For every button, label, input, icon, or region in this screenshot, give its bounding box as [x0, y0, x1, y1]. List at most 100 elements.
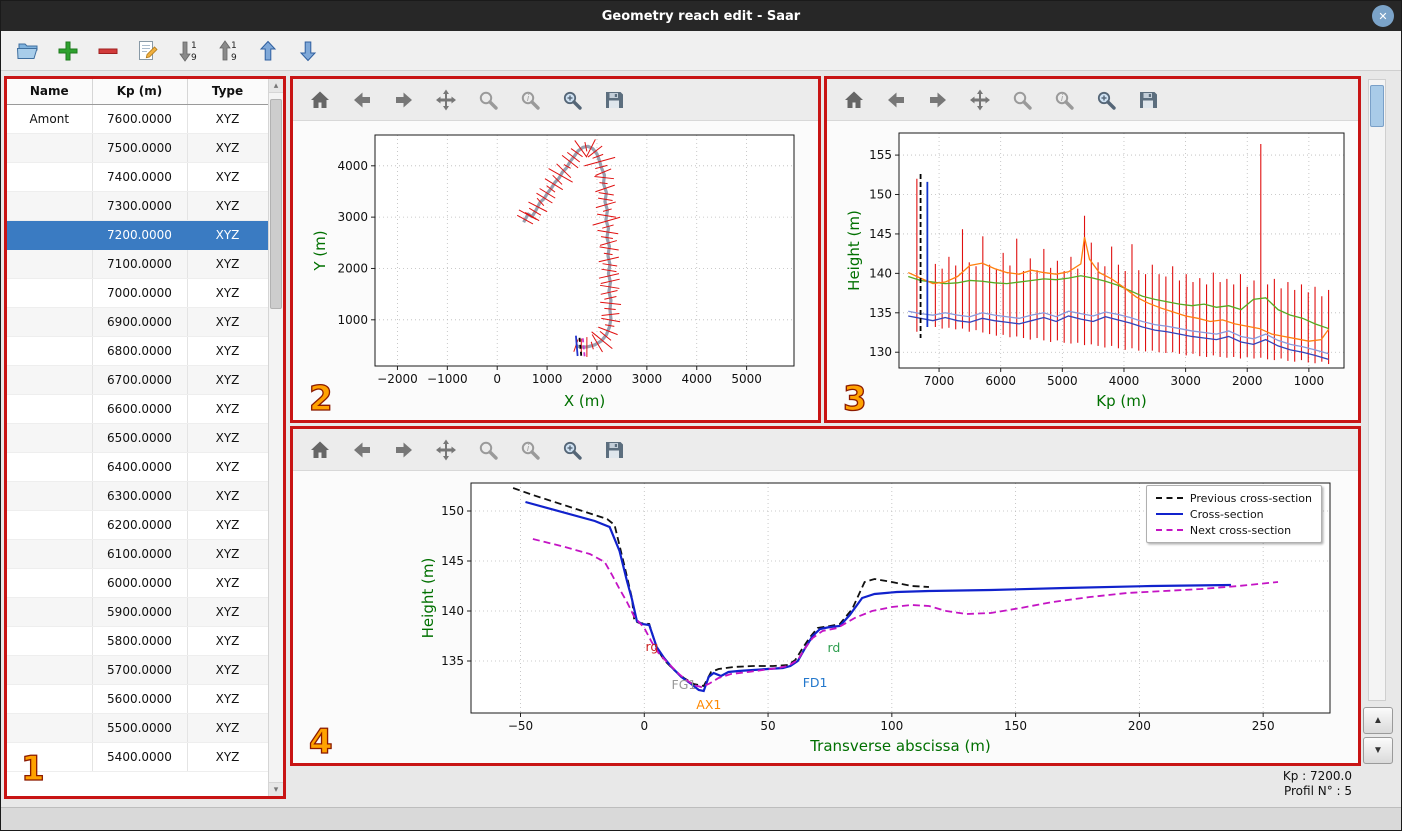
col-header-type[interactable]: Type	[187, 79, 269, 105]
table-scrollbar-thumb[interactable]	[270, 99, 282, 309]
table-row[interactable]: 6500.0000 XYZ	[7, 423, 269, 453]
home-icon	[311, 441, 329, 458]
forward-icon	[396, 92, 412, 107]
table-row[interactable]: 6100.0000 XYZ	[7, 539, 269, 569]
table-row[interactable]: 6200.0000 XYZ	[7, 510, 269, 540]
table-row[interactable]: 6300.0000 XYZ	[7, 481, 269, 511]
svg-text:150: 150	[441, 504, 464, 518]
save-button[interactable]	[1133, 85, 1163, 115]
pan-button[interactable]	[431, 435, 461, 465]
svg-text:0: 0	[640, 719, 648, 733]
home-icon	[845, 91, 863, 108]
status-info: Kp : 7200.0 Profil N° : 5	[1283, 769, 1352, 799]
table-row[interactable]: 7200.0000 XYZ	[7, 220, 269, 250]
forward-button[interactable]	[923, 85, 953, 115]
svg-text:Kp (m): Kp (m)	[1096, 392, 1146, 410]
zoom-button[interactable]	[473, 435, 503, 465]
edit-button[interactable]	[133, 36, 163, 66]
profile-plot-canvas[interactable]: 7000 6000 5000 4000 3000 2000 1000 130 135 140 145…	[827, 121, 1358, 420]
pan-icon	[970, 89, 990, 110]
app-toolbar: 1919	[1, 31, 1401, 71]
back-button[interactable]	[347, 85, 377, 115]
table-row[interactable]: 6700.0000 XYZ	[7, 365, 269, 395]
annotation-fd1: FD1	[803, 675, 828, 690]
home-button[interactable]	[305, 85, 335, 115]
home-button[interactable]	[305, 435, 335, 465]
zoom-info-button[interactable]: i	[1049, 85, 1079, 115]
annotation-rd: rd	[827, 640, 840, 655]
table-row[interactable]: 6400.0000 XYZ	[7, 452, 269, 482]
table-row[interactable]: 6000.0000 XYZ	[7, 568, 269, 598]
cross-plot-toolbar: i	[293, 429, 1358, 471]
zoom-rect-button[interactable]	[1091, 85, 1121, 115]
zoom-rect-button[interactable]	[557, 85, 587, 115]
status-kp: Kp : 7200.0	[1282, 769, 1352, 783]
table-row[interactable]: 7000.0000 XYZ	[7, 278, 269, 308]
col-header-kp[interactable]: Kp (m)	[92, 79, 188, 105]
move-up-button[interactable]	[253, 36, 283, 66]
table-row[interactable]: 5700.0000 XYZ	[7, 655, 269, 685]
table-row[interactable]: 5800.0000 XYZ	[7, 626, 269, 656]
zoom-info-button[interactable]: i	[515, 435, 545, 465]
table-row[interactable]: 7500.0000 XYZ	[7, 133, 269, 163]
svg-text:4000: 4000	[1109, 374, 1140, 388]
svg-text:135: 135	[869, 306, 892, 320]
table-row[interactable]: 7300.0000 XYZ	[7, 191, 269, 221]
plan-plot-canvas[interactable]: −2000 −1000 0 1000 2000 3000 4000 5000 1000 2000 3…	[293, 121, 818, 420]
zoom-button[interactable]	[473, 85, 503, 115]
zoom-button[interactable]	[1007, 85, 1037, 115]
svg-text:50: 50	[760, 719, 775, 733]
remove-button[interactable]	[93, 36, 123, 66]
back-button[interactable]	[881, 85, 911, 115]
table-row[interactable]: 6900.0000 XYZ	[7, 307, 269, 337]
sort-descending-button[interactable]: 19	[173, 36, 203, 66]
scroll-down-icon[interactable]: ▾	[269, 782, 283, 796]
table-row[interactable]: 6800.0000 XYZ	[7, 336, 269, 366]
svg-text:130: 130	[869, 345, 892, 359]
table-row[interactable]: 6600.0000 XYZ	[7, 394, 269, 424]
table-row[interactable]: 7100.0000 XYZ	[7, 249, 269, 279]
move-down-icon	[299, 41, 317, 61]
move-down-button[interactable]	[293, 36, 323, 66]
table-row[interactable]: 7400.0000 XYZ	[7, 162, 269, 192]
legend: Previous cross-section Cross-section Next …	[1145, 485, 1322, 543]
cross-section-panel: i −50 0 50 100 150 200 250 135 140 145 150 Transver…	[290, 426, 1361, 766]
svg-text:150: 150	[1004, 719, 1027, 733]
svg-text:135: 135	[441, 654, 464, 668]
open-button[interactable]	[13, 36, 43, 66]
table-row[interactable]: 5400.0000 XYZ	[7, 742, 269, 772]
col-header-name[interactable]: Name	[7, 79, 93, 105]
save-button[interactable]	[599, 435, 629, 465]
forward-button[interactable]	[389, 435, 419, 465]
table-body: Amont 7600.0000 XYZ 7500.0000 XYZ 7400.0000 XY…	[7, 104, 269, 772]
svg-text:1: 1	[231, 41, 237, 51]
next-profile-button[interactable]: ▼	[1363, 737, 1393, 764]
zoom-info-button[interactable]: i	[515, 85, 545, 115]
home-button[interactable]	[839, 85, 869, 115]
status-bar	[1, 807, 1401, 830]
previous-profile-button[interactable]: ▲	[1363, 707, 1393, 734]
pan-button[interactable]	[431, 85, 461, 115]
table-row[interactable]: 5900.0000 XYZ	[7, 597, 269, 627]
scroll-up-icon[interactable]: ▴	[269, 79, 283, 93]
window-scrollbar-thumb[interactable]	[1370, 85, 1384, 127]
close-button[interactable]: ✕	[1372, 5, 1394, 27]
table-scrollbar[interactable]: ▴ ▾	[268, 79, 283, 796]
window-scrollbar[interactable]	[1368, 79, 1386, 701]
forward-button[interactable]	[389, 85, 419, 115]
save-button[interactable]	[599, 85, 629, 115]
annotation-ax1: AX1	[696, 697, 721, 712]
table-row[interactable]: Amont 7600.0000 XYZ	[7, 104, 269, 134]
forward-icon	[930, 92, 946, 107]
annotation-rg: rg	[646, 639, 659, 654]
svg-text:0: 0	[493, 372, 501, 386]
pan-icon	[436, 439, 456, 460]
table-row[interactable]: 5500.0000 XYZ	[7, 713, 269, 743]
sort-descending-icon: 19	[179, 41, 197, 63]
sort-ascending-button[interactable]: 19	[213, 36, 243, 66]
table-row[interactable]: 5600.0000 XYZ	[7, 684, 269, 714]
zoom-rect-button[interactable]	[557, 435, 587, 465]
back-button[interactable]	[347, 435, 377, 465]
add-button[interactable]	[53, 36, 83, 66]
pan-button[interactable]	[965, 85, 995, 115]
